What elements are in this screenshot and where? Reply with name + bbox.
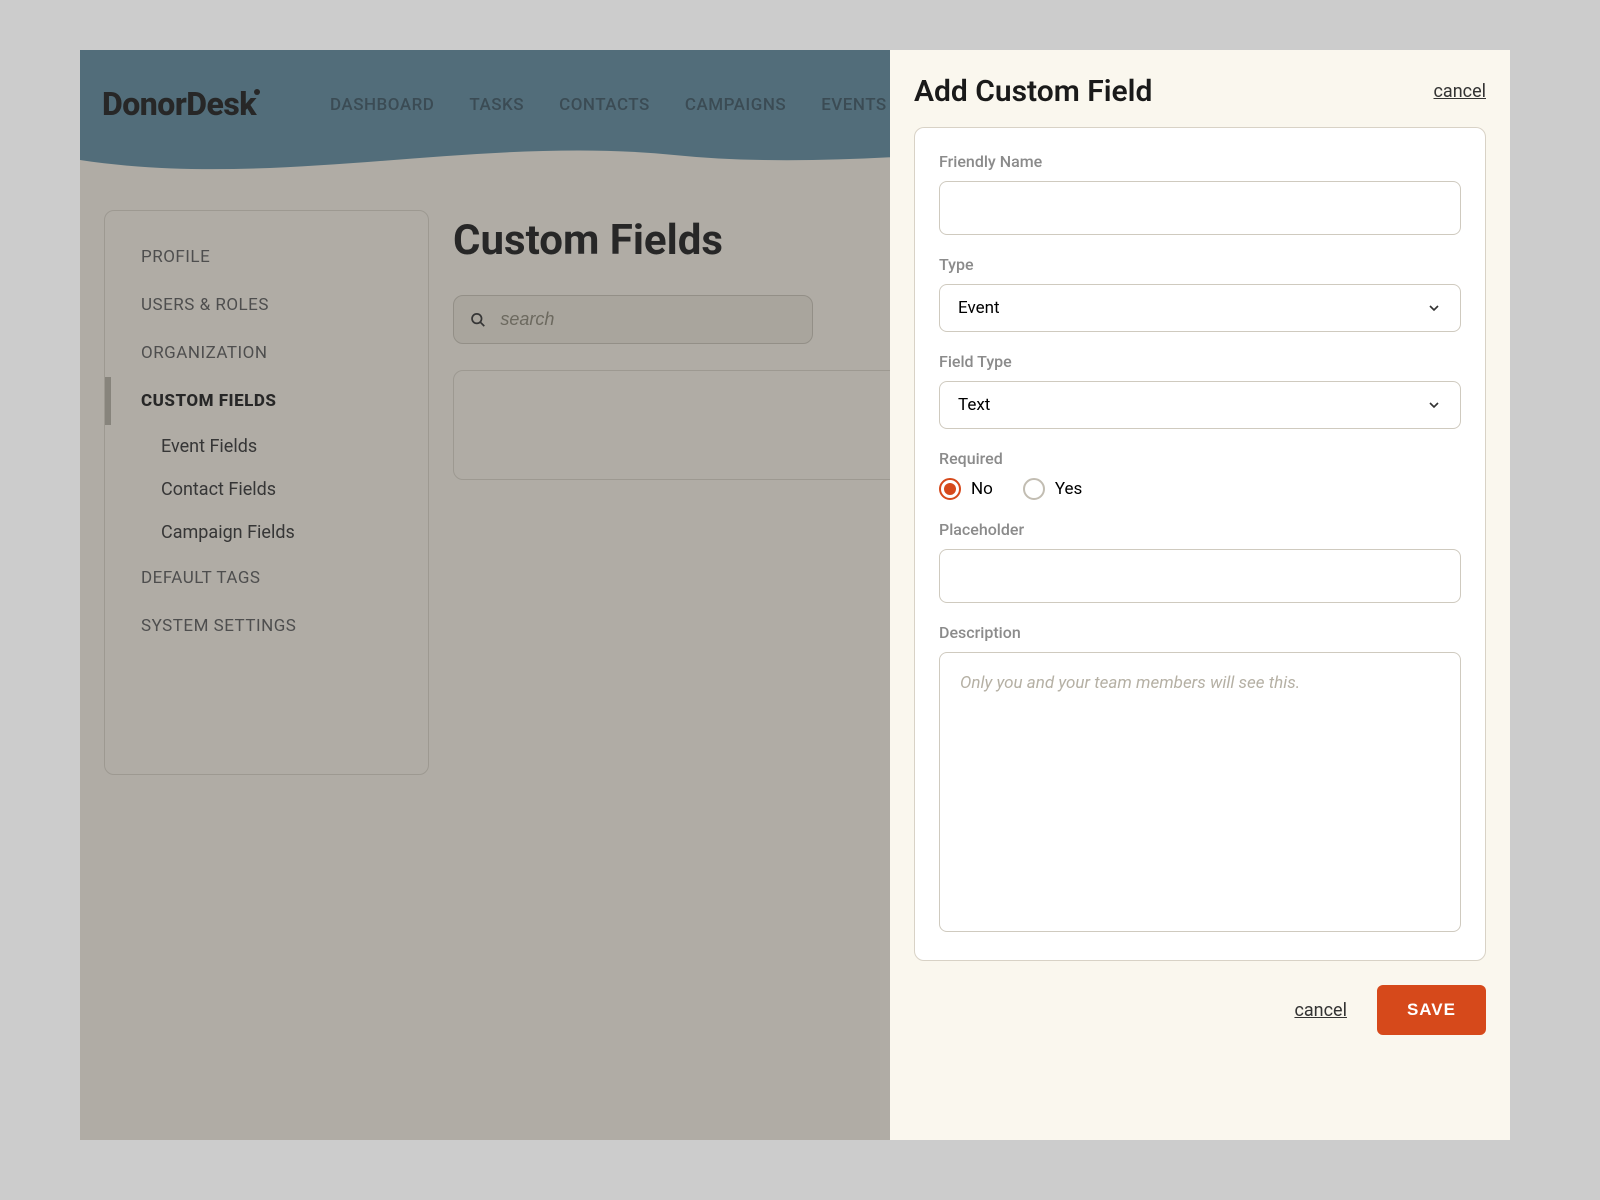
field-type-label: Field Type bbox=[939, 352, 1461, 371]
drawer-title: Add Custom Field bbox=[914, 74, 1152, 109]
description-textarea[interactable] bbox=[939, 652, 1461, 932]
placeholder-input[interactable] bbox=[939, 549, 1461, 603]
friendly-name-input[interactable] bbox=[939, 181, 1461, 235]
chevron-down-icon bbox=[1426, 300, 1442, 316]
field-type-value: Text bbox=[958, 395, 990, 415]
type-label: Type bbox=[939, 255, 1461, 274]
required-yes-radio[interactable]: Yes bbox=[1023, 478, 1082, 500]
cancel-link-top[interactable]: cancel bbox=[1434, 81, 1487, 102]
description-label: Description bbox=[939, 623, 1461, 642]
required-yes-label: Yes bbox=[1055, 479, 1082, 499]
chevron-down-icon bbox=[1426, 397, 1442, 413]
form-card: Friendly Name Type Event Field Type Text… bbox=[914, 127, 1486, 961]
required-no-label: No bbox=[971, 479, 993, 499]
field-type-select[interactable]: Text bbox=[939, 381, 1461, 429]
add-custom-field-drawer: Add Custom Field cancel Friendly Name Ty… bbox=[890, 50, 1510, 1140]
radio-dot-icon bbox=[939, 478, 961, 500]
type-value: Event bbox=[958, 298, 1000, 318]
placeholder-label: Placeholder bbox=[939, 520, 1461, 539]
radio-dot-icon bbox=[1023, 478, 1045, 500]
type-select[interactable]: Event bbox=[939, 284, 1461, 332]
save-button[interactable]: SAVE bbox=[1377, 985, 1486, 1035]
cancel-link-bottom[interactable]: cancel bbox=[1294, 1000, 1347, 1021]
required-no-radio[interactable]: No bbox=[939, 478, 993, 500]
friendly-name-label: Friendly Name bbox=[939, 152, 1461, 171]
required-label: Required bbox=[939, 449, 1461, 468]
